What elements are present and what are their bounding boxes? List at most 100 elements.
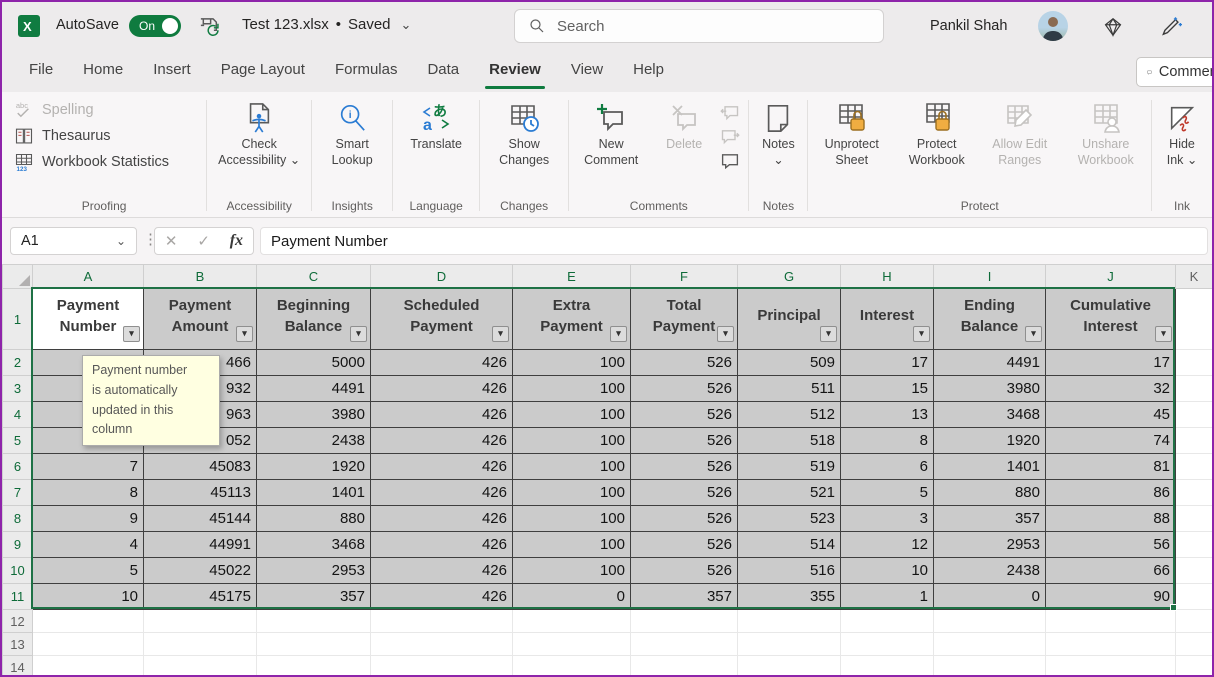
cell-B8[interactable]: 45144 <box>144 506 257 532</box>
cell-J11[interactable]: 90 <box>1046 584 1176 610</box>
cell-H7[interactable]: 5 <box>841 480 934 506</box>
cell-K2[interactable] <box>1176 350 1213 376</box>
cell-I2[interactable]: 4491 <box>934 350 1046 376</box>
cell-J14[interactable] <box>1046 656 1176 676</box>
cell-B13[interactable] <box>144 633 257 656</box>
cell-D8[interactable]: 426 <box>371 506 513 532</box>
autosave-toggle[interactable]: On <box>129 15 181 37</box>
cell-F8[interactable]: 526 <box>631 506 738 532</box>
tab-home[interactable]: Home <box>68 50 138 92</box>
formula-input[interactable]: Payment Number <box>260 227 1208 255</box>
row-header-4[interactable]: 4 <box>3 402 33 428</box>
cell-I12[interactable] <box>934 610 1046 633</box>
thesaurus-button[interactable]: Thesaurus <box>2 123 206 149</box>
cell-H9[interactable]: 12 <box>841 532 934 558</box>
cell-C8[interactable]: 880 <box>257 506 371 532</box>
cell-G4[interactable]: 512 <box>738 402 841 428</box>
row-header-5[interactable]: 5 <box>3 428 33 454</box>
cell-G11[interactable]: 355 <box>738 584 841 610</box>
cell-A7[interactable]: 8 <box>33 480 144 506</box>
cell-I6[interactable]: 1401 <box>934 454 1046 480</box>
tab-data[interactable]: Data <box>412 50 474 92</box>
unshare-workbook-button[interactable]: Unshare Workbook <box>1061 97 1151 193</box>
filter-button[interactable]: ▾ <box>350 326 367 342</box>
cell-E6[interactable]: 100 <box>513 454 631 480</box>
allow-edit-ranges-button[interactable]: Allow Edit Ranges <box>979 97 1061 193</box>
cell-K12[interactable] <box>1176 610 1213 633</box>
cell-F11[interactable]: 357 <box>631 584 738 610</box>
hide-ink-button[interactable]: Hide Ink ⌄ <box>1152 97 1212 193</box>
cell-D14[interactable] <box>371 656 513 676</box>
cell-D4[interactable]: 426 <box>371 402 513 428</box>
row-header-14[interactable]: 14 <box>3 656 33 676</box>
insert-function-icon[interactable]: fx <box>230 232 243 250</box>
column-header-F[interactable]: F <box>631 265 738 289</box>
cell-A6[interactable]: 7 <box>33 454 144 480</box>
cell-C4[interactable]: 3980 <box>257 402 371 428</box>
cell-D7[interactable]: 426 <box>371 480 513 506</box>
cell-F4[interactable]: 526 <box>631 402 738 428</box>
cell-J4[interactable]: 45 <box>1046 402 1176 428</box>
next-comment-icon[interactable] <box>719 127 741 147</box>
cell-J10[interactable]: 66 <box>1046 558 1176 584</box>
cell-G13[interactable] <box>738 633 841 656</box>
row-header-13[interactable]: 13 <box>3 633 33 656</box>
cell-G8[interactable]: 523 <box>738 506 841 532</box>
cell-H11[interactable]: 1 <box>841 584 934 610</box>
cell-H5[interactable]: 8 <box>841 428 934 454</box>
cell-J9[interactable]: 56 <box>1046 532 1176 558</box>
cell-B14[interactable] <box>144 656 257 676</box>
notes-button[interactable]: Notes ⌄ <box>749 97 807 193</box>
header-cell-A1[interactable]: PaymentNumber▾ <box>33 289 144 350</box>
cell-A13[interactable] <box>33 633 144 656</box>
cell-F3[interactable]: 526 <box>631 376 738 402</box>
filter-button[interactable]: ▾ <box>1025 326 1042 342</box>
cell-H2[interactable]: 17 <box>841 350 934 376</box>
search-input[interactable]: Search <box>514 9 884 43</box>
cell-I10[interactable]: 2438 <box>934 558 1046 584</box>
cell-K6[interactable] <box>1176 454 1213 480</box>
cell-B6[interactable]: 45083 <box>144 454 257 480</box>
cell-E13[interactable] <box>513 633 631 656</box>
column-header-G[interactable]: G <box>738 265 841 289</box>
cell-J7[interactable]: 86 <box>1046 480 1176 506</box>
cell-I9[interactable]: 2953 <box>934 532 1046 558</box>
cell-D10[interactable]: 426 <box>371 558 513 584</box>
cell-H13[interactable] <box>841 633 934 656</box>
cell-C14[interactable] <box>257 656 371 676</box>
cell-G7[interactable]: 521 <box>738 480 841 506</box>
cell-A14[interactable] <box>33 656 144 676</box>
cell-F2[interactable]: 526 <box>631 350 738 376</box>
name-box[interactable]: A1 ⌄ <box>10 227 137 255</box>
tab-insert[interactable]: Insert <box>138 50 206 92</box>
cell-B12[interactable] <box>144 610 257 633</box>
cell-A12[interactable] <box>33 610 144 633</box>
cell-G10[interactable]: 516 <box>738 558 841 584</box>
protect-workbook-button[interactable]: Protect Workbook <box>895 97 979 193</box>
cell-D5[interactable]: 426 <box>371 428 513 454</box>
check-accessibility-button[interactable]: Check Accessibility ⌄ <box>207 97 311 193</box>
spelling-button[interactable]: abc Spelling <box>2 97 206 123</box>
cancel-icon[interactable]: ✕ <box>165 232 178 250</box>
header-cell-J1[interactable]: CumulativeInterest▾ <box>1046 289 1176 350</box>
cell-F14[interactable] <box>631 656 738 676</box>
cell-K1[interactable] <box>1176 289 1213 350</box>
cell-E7[interactable]: 100 <box>513 480 631 506</box>
cell-C12[interactable] <box>257 610 371 633</box>
cell-E12[interactable] <box>513 610 631 633</box>
row-header-12[interactable]: 12 <box>3 610 33 633</box>
unprotect-sheet-button[interactable]: Unprotect Sheet <box>809 97 895 193</box>
cell-D2[interactable]: 426 <box>371 350 513 376</box>
filter-button[interactable]: ▾ <box>236 326 253 342</box>
tab-help[interactable]: Help <box>618 50 679 92</box>
row-header-10[interactable]: 10 <box>3 558 33 584</box>
cell-H4[interactable]: 13 <box>841 402 934 428</box>
cell-D9[interactable]: 426 <box>371 532 513 558</box>
cell-K5[interactable] <box>1176 428 1213 454</box>
workbook-statistics-button[interactable]: 123 Workbook Statistics <box>2 149 206 175</box>
cell-B11[interactable]: 45175 <box>144 584 257 610</box>
cell-D3[interactable]: 426 <box>371 376 513 402</box>
cell-D12[interactable] <box>371 610 513 633</box>
cell-I7[interactable]: 880 <box>934 480 1046 506</box>
cell-I14[interactable] <box>934 656 1046 676</box>
